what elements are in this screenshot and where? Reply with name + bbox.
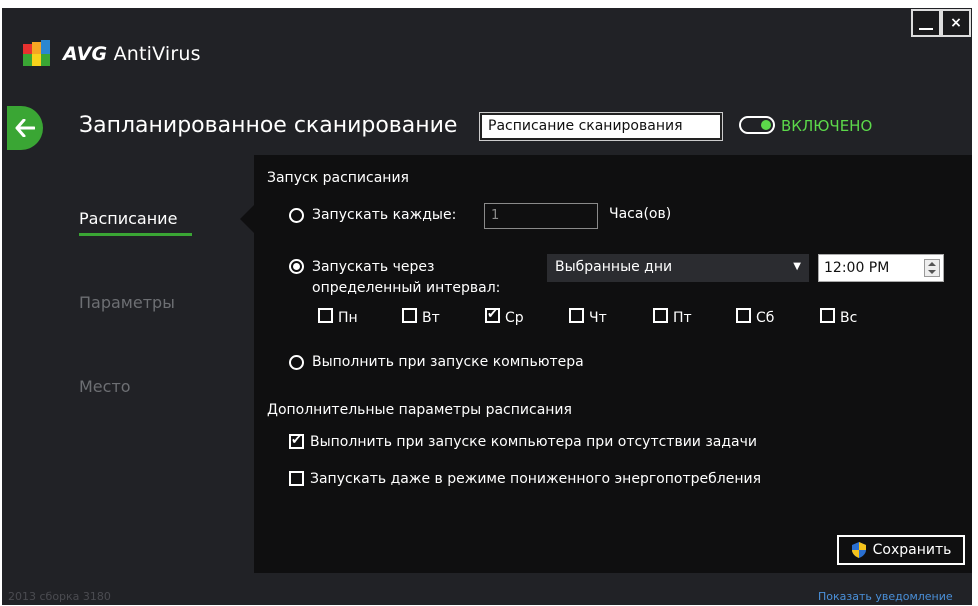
hours-unit-label: Часа(ов) xyxy=(609,206,672,222)
nav-item-parameters[interactable]: Параметры xyxy=(79,293,175,312)
close-button[interactable]: × xyxy=(941,9,971,37)
nav-active-indicator xyxy=(79,233,192,236)
radio-run-every[interactable] xyxy=(289,208,304,223)
missed-task-checkbox[interactable] xyxy=(289,433,304,449)
interval-label-line2: определенный интервал: xyxy=(312,280,501,296)
time-value: 12:00 PM xyxy=(824,260,890,276)
missed-task-label: Выполнить при запуске компьютера при отс… xyxy=(310,434,758,450)
minimize-button[interactable] xyxy=(911,9,941,37)
scan-name-input[interactable]: Расписание сканирования xyxy=(479,112,723,141)
enabled-toggle-label: ВКЛЮЧЕНО xyxy=(781,117,873,135)
day-label-fri: Пт xyxy=(673,310,692,326)
day-label-sun: Вс xyxy=(840,310,858,326)
interval-select[interactable]: Выбранные дни ▼ xyxy=(547,254,809,282)
panel-pointer xyxy=(240,205,254,233)
radio-run-interval[interactable] xyxy=(289,259,304,274)
show-notification-link[interactable]: Показать уведомление xyxy=(818,590,953,603)
hours-input[interactable]: 1 xyxy=(484,203,598,229)
page-title: Запланированное сканирование xyxy=(79,113,458,138)
day-label-thu: Чт xyxy=(589,310,607,326)
radio-run-on-startup[interactable] xyxy=(289,355,304,370)
build-info: 2013 сборка 3180 xyxy=(8,590,111,603)
arrow-left-icon xyxy=(15,119,35,137)
day-label-wed: Ср xyxy=(505,310,524,326)
avg-logo-icon xyxy=(21,40,57,68)
save-button[interactable]: Сохранить xyxy=(837,535,965,565)
day-label-sat: Сб xyxy=(756,310,775,326)
day-checkbox-sun[interactable] xyxy=(820,308,835,323)
interval-label-line1: Запускать через xyxy=(312,259,435,275)
chevron-down-icon: ▼ xyxy=(793,261,801,272)
day-checkbox-mon[interactable] xyxy=(318,308,333,323)
day-checkbox-wed[interactable] xyxy=(485,307,500,323)
day-checkbox-sat[interactable] xyxy=(736,308,751,323)
interval-select-value: Выбранные дни xyxy=(555,259,673,275)
run-every-label: Запускать каждые: xyxy=(312,207,457,223)
schedule-section-title: Запуск расписания xyxy=(267,170,409,186)
day-checkbox-tue[interactable] xyxy=(402,308,417,323)
nav-item-schedule[interactable]: Расписание xyxy=(79,209,177,228)
day-label-mon: Пн xyxy=(338,310,358,326)
day-label-tue: Вт xyxy=(422,310,440,326)
day-checkbox-thu[interactable] xyxy=(569,308,584,323)
time-input[interactable]: 12:00 PM xyxy=(818,254,944,282)
save-button-label: Сохранить xyxy=(872,542,952,558)
enabled-toggle[interactable] xyxy=(739,116,775,134)
app-logo: AVG AntiVirus xyxy=(21,40,201,68)
low-power-label: Запускать даже в режиме пониженного энер… xyxy=(310,471,761,487)
run-on-startup-label: Выполнить при запуске компьютера xyxy=(312,354,584,370)
app-name: AVG AntiVirus xyxy=(63,43,201,65)
nav-item-location[interactable]: Место xyxy=(79,377,131,396)
day-checkbox-fri[interactable] xyxy=(653,308,668,323)
low-power-checkbox[interactable] xyxy=(289,471,304,486)
shield-icon xyxy=(851,542,866,558)
time-spinner-icon[interactable] xyxy=(924,259,940,277)
app-window: AVG AntiVirus × Запланированное сканиров… xyxy=(0,0,978,606)
advanced-section-title: Дополнительные параметры расписания xyxy=(267,402,572,418)
